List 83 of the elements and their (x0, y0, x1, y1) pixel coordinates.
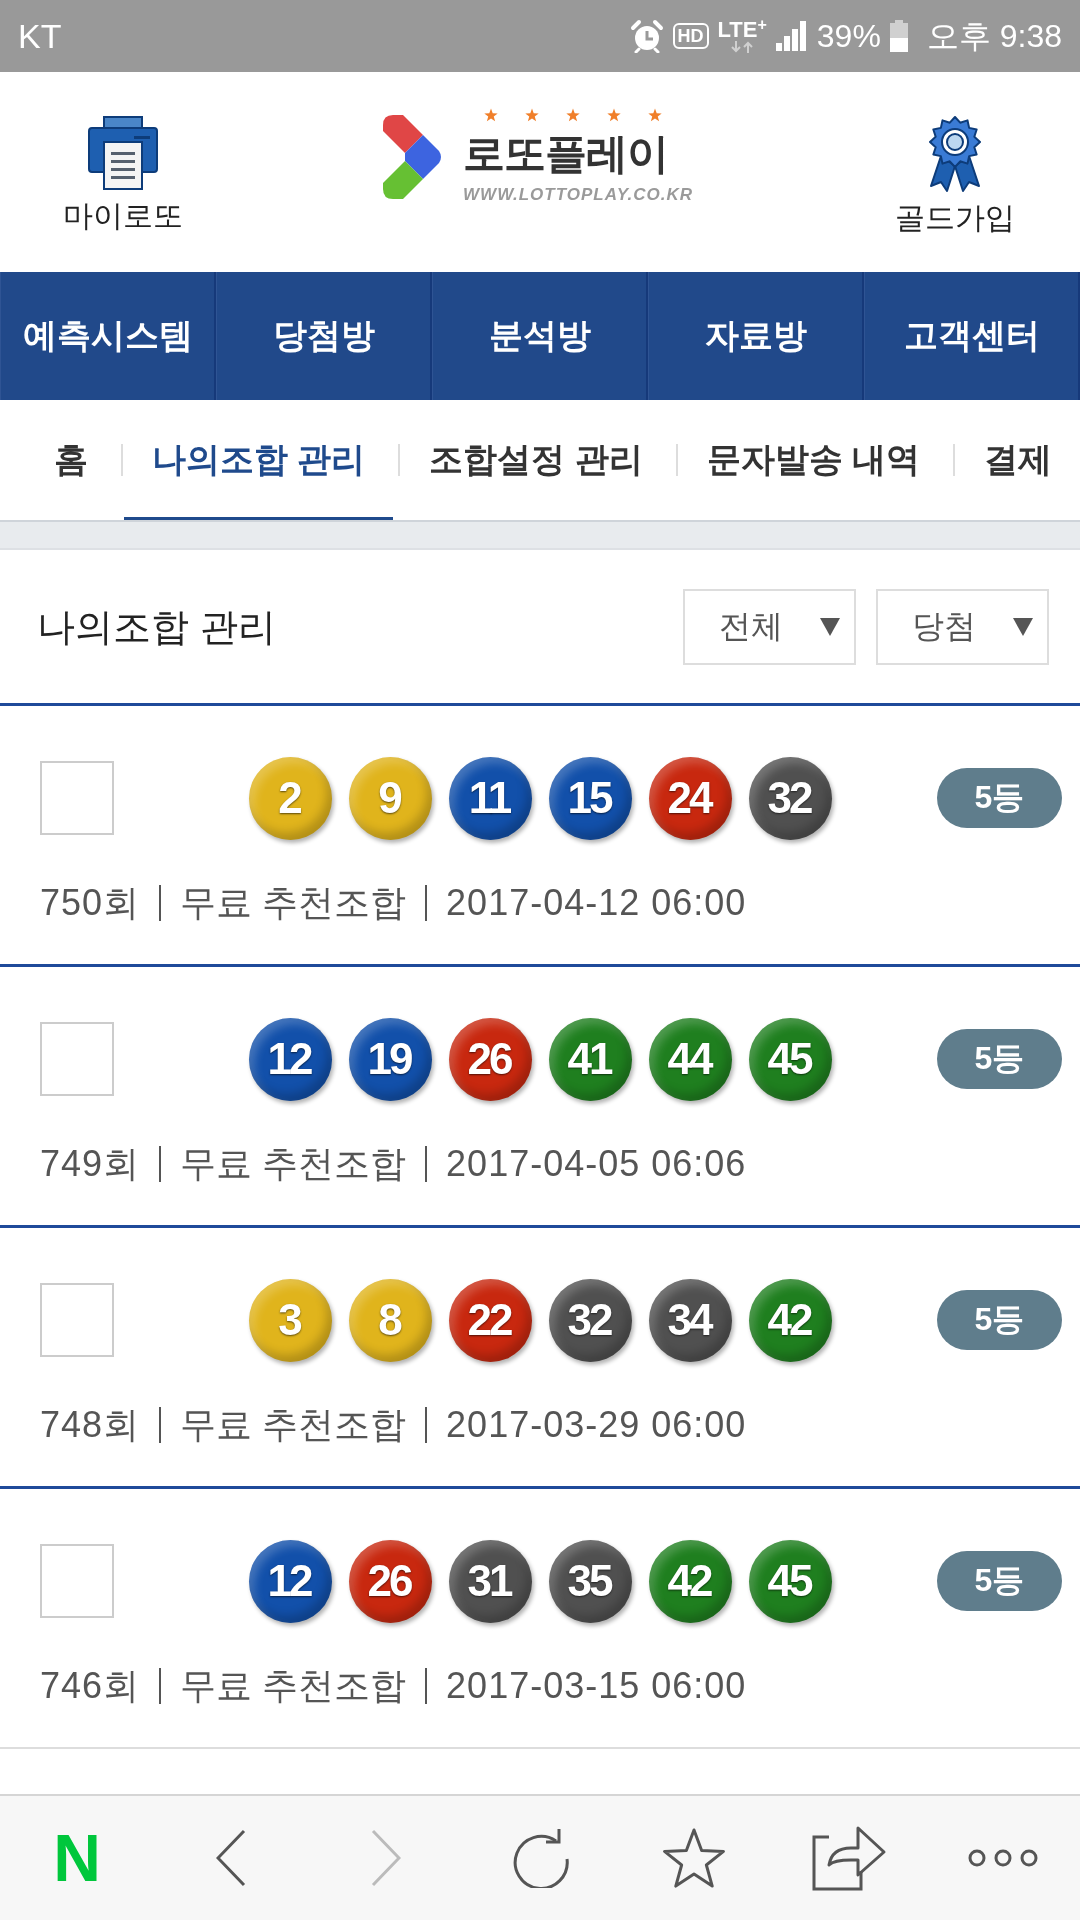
rank-badge: 5등 (937, 768, 1062, 828)
lotto-ball: 22 (449, 1278, 532, 1362)
row-checkbox[interactable] (40, 1022, 114, 1096)
lotto-ball: 2 (249, 756, 332, 840)
lotto-ball: 24 (649, 756, 732, 840)
combination-type: 무료 추천조합 (180, 1664, 407, 1708)
lotto-ball: 32 (549, 1278, 632, 1362)
rank-badge: 5등 (937, 1029, 1062, 1089)
hd-indicator: HD (672, 23, 709, 49)
lotto-ball: 32 (749, 756, 832, 840)
nav-tab[interactable]: 예측시스템 (0, 272, 216, 400)
round-number: 748회 (40, 1403, 141, 1447)
star-icon (648, 108, 663, 122)
lotto-ball: 31 (449, 1539, 532, 1623)
lotto-ball: 42 (749, 1278, 832, 1362)
nav-tab[interactable]: 당첨방 (216, 272, 432, 400)
my-lotto-link[interactable]: 마이로또 (63, 116, 183, 234)
membership-link[interactable]: 골드가입 (895, 116, 1015, 236)
combination-type: 무료 추천조합 (180, 881, 407, 925)
chevron-left-icon (216, 1829, 247, 1887)
draw-date: 2017-03-15 06:00 (446, 1664, 747, 1708)
award-ribbon-icon (927, 116, 983, 192)
network-type: LTE$^{+}$ (717, 19, 767, 41)
rank-badge: 5등 (937, 1290, 1062, 1350)
subnav-tab[interactable]: 문자발송 내역 (678, 400, 949, 520)
filter-dropdown[interactable]: 당첨 (876, 588, 1049, 665)
combination-type: 무료 추천조합 (180, 1142, 407, 1186)
printer-icon (88, 116, 158, 190)
logo-url: WWW.LOTTOPLAY.CO.KR (463, 184, 693, 206)
lotto-ball: 41 (549, 1017, 632, 1101)
star-outline-icon (661, 1826, 728, 1890)
star-icon (607, 108, 622, 122)
more-icon (967, 1849, 1038, 1867)
lotto-ball: 3 (249, 1278, 332, 1362)
row-checkbox[interactable] (40, 1544, 114, 1618)
lotto-ball: 26 (349, 1539, 432, 1623)
star-icon (525, 108, 540, 122)
filter-dropdown[interactable]: 전체 (683, 588, 856, 665)
lotto-ball: 8 (349, 1278, 432, 1362)
lotto-ball: 11 (449, 756, 532, 840)
chevron-right-icon (370, 1829, 401, 1887)
nav-tab[interactable]: 분석방 (432, 272, 648, 400)
lotto-ball: 12 (249, 1539, 332, 1623)
battery-icon (889, 20, 908, 52)
subnav-tab[interactable]: 조합설정 관리 (401, 400, 671, 520)
nav-tab[interactable]: 자료방 (648, 272, 864, 400)
star-icon (484, 108, 499, 122)
lotto-ball: 44 (649, 1017, 732, 1101)
draw-date: 2017-04-05 06:06 (446, 1142, 747, 1186)
row-checkbox[interactable] (40, 1283, 114, 1357)
lotto-ball: 15 (549, 756, 632, 840)
logo-mark-icon (383, 115, 444, 199)
subnav-tab[interactable]: 결제 (956, 400, 1053, 520)
caret-down-icon (1013, 617, 1033, 636)
lotto-ball: 19 (349, 1017, 432, 1101)
signal-icon (775, 21, 808, 51)
carrier-name: KT (18, 16, 62, 56)
lotto-ball: 12 (249, 1017, 332, 1101)
draw-date: 2017-04-12 06:00 (446, 881, 747, 925)
logo-title: 로또플레이 (463, 129, 670, 179)
rank-badge: 5등 (937, 1551, 1062, 1611)
row-checkbox[interactable] (40, 761, 114, 835)
combination-type: 무료 추천조합 (180, 1403, 407, 1447)
lotto-ball: 45 (749, 1017, 832, 1101)
lotto-ball: 35 (549, 1539, 632, 1623)
battery-percent: 39% (816, 17, 881, 55)
lotto-ball: 42 (649, 1539, 732, 1623)
alarm-clock-icon (629, 19, 664, 53)
lotto-ball: 26 (449, 1017, 532, 1101)
section-title: 나의조합 관리 (37, 604, 276, 650)
share-icon (810, 1825, 887, 1891)
lotto-ball: 45 (749, 1539, 832, 1623)
lotto-ball: 9 (349, 756, 432, 840)
round-number: 746회 (40, 1664, 141, 1708)
caret-down-icon (820, 617, 840, 636)
nav-tab[interactable]: 고객센터 (864, 272, 1080, 400)
draw-date: 2017-03-29 06:00 (446, 1403, 747, 1447)
subnav-tab[interactable]: 홈 (26, 400, 116, 520)
clock-time: 오후 9:38 (926, 17, 1062, 55)
lotto-ball: 34 (649, 1278, 732, 1362)
round-number: 750회 (40, 881, 141, 925)
star-icon (566, 108, 581, 122)
round-number: 749회 (40, 1142, 141, 1186)
